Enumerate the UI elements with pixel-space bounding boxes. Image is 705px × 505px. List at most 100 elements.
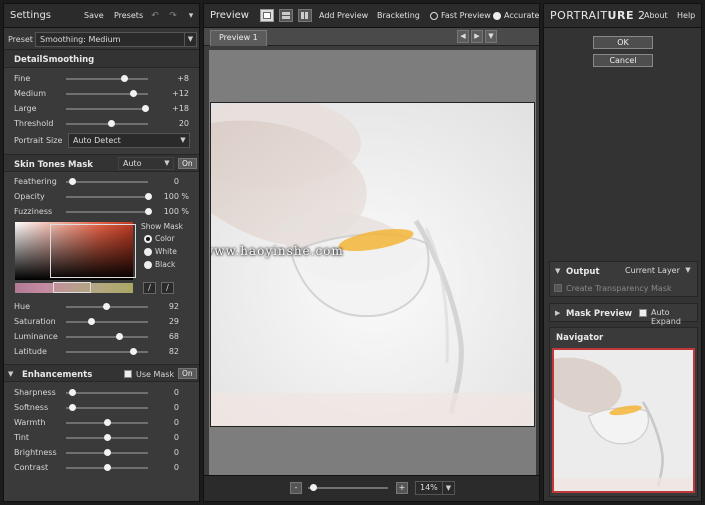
detail-smoothing-header[interactable]: DetailSmoothing: [4, 50, 199, 68]
slider-feathering[interactable]: Feathering 0: [4, 174, 199, 189]
undo-icon[interactable]: ↶: [147, 9, 163, 23]
slider-softness[interactable]: Softness 0: [4, 400, 199, 415]
triangle-down-icon[interactable]: ▼: [555, 267, 560, 275]
slider-knob[interactable]: [68, 178, 76, 185]
slider-knob[interactable]: [104, 434, 111, 441]
slider-large[interactable]: Large +18: [4, 101, 199, 116]
slider-fine[interactable]: Fine +8: [4, 71, 199, 86]
preset-dropdown[interactable]: Smoothing: Medium ▼: [35, 32, 197, 47]
show-mask-black-radio[interactable]: [144, 261, 152, 269]
chevron-left-icon[interactable]: ◀: [457, 30, 469, 43]
slider-track[interactable]: [66, 120, 148, 127]
slider-track[interactable]: [66, 404, 148, 411]
triangle-right-icon[interactable]: ▶: [555, 309, 560, 317]
navigator-thumbnail[interactable]: [552, 348, 695, 493]
single-view-icon[interactable]: [260, 9, 274, 22]
cancel-button[interactable]: Cancel: [593, 54, 653, 67]
slider-hue[interactable]: Hue 92: [4, 299, 199, 314]
slider-track[interactable]: [66, 208, 152, 215]
skin-tones-header[interactable]: Skin Tones Mask Auto ▼ On: [4, 154, 199, 172]
portrait-size-dropdown[interactable]: Auto Detect ▼: [68, 133, 190, 148]
slider-saturation[interactable]: Saturation 29: [4, 314, 199, 329]
zoom-slider-knob[interactable]: [310, 484, 317, 491]
slider-knob[interactable]: [141, 105, 149, 112]
enhancements-on-button[interactable]: On: [178, 368, 197, 379]
slider-knob[interactable]: [103, 303, 111, 310]
bracketing-button[interactable]: Bracketing: [377, 11, 420, 20]
slider-knob[interactable]: [104, 464, 111, 471]
slider-fuzziness[interactable]: Fuzziness 100 %: [4, 204, 199, 219]
accurate-radio[interactable]: [493, 12, 501, 20]
slider-track[interactable]: [66, 464, 148, 471]
slider-track[interactable]: [66, 449, 148, 456]
slider-track[interactable]: [66, 348, 148, 355]
slider-knob[interactable]: [104, 419, 111, 426]
preview-image[interactable]: www.haoyinshe.com: [210, 102, 535, 427]
zoom-in-button[interactable]: +: [396, 482, 408, 494]
tab-preview-1[interactable]: Preview 1: [210, 30, 267, 46]
slider-track[interactable]: [66, 303, 148, 310]
slider-contrast[interactable]: Contrast 0: [4, 460, 199, 475]
skin-color-field[interactable]: [15, 222, 136, 280]
slider-luminance[interactable]: Luminance 68: [4, 329, 199, 344]
slider-knob[interactable]: [116, 333, 124, 340]
slider-track[interactable]: [66, 75, 148, 82]
slider-track[interactable]: [66, 434, 148, 441]
slider-knob[interactable]: [121, 75, 129, 82]
about-button[interactable]: About: [644, 11, 668, 20]
show-mask-color-radio[interactable]: [144, 235, 152, 243]
chevron-down-icon[interactable]: ▼: [485, 30, 497, 43]
help-button[interactable]: Help: [677, 11, 695, 20]
fast-preview-radio[interactable]: [430, 12, 438, 20]
slider-track[interactable]: [66, 193, 152, 200]
slider-knob[interactable]: [88, 318, 96, 325]
slider-latitude[interactable]: Latitude 82: [4, 344, 199, 359]
presets-button[interactable]: Presets: [114, 11, 143, 20]
enhancements-header[interactable]: ▼ Enhancements Use Mask On: [4, 364, 199, 382]
color-selection-box[interactable]: [50, 224, 136, 278]
preview-canvas[interactable]: www.haoyinshe.com: [209, 50, 536, 475]
slider-knob[interactable]: [68, 404, 76, 411]
add-preview-button[interactable]: Add Preview: [319, 11, 368, 20]
panel-menu-icon[interactable]: ▾: [183, 9, 199, 23]
slider-knob[interactable]: [104, 449, 111, 456]
eyedropper-plus-icon[interactable]: ∕: [161, 282, 174, 294]
save-button[interactable]: Save: [84, 11, 104, 20]
redo-icon[interactable]: ↷: [165, 9, 181, 23]
use-mask-checkbox[interactable]: [124, 370, 132, 378]
slider-opacity[interactable]: Opacity 100 %: [4, 189, 199, 204]
output-dropdown[interactable]: Current Layer ▼: [620, 264, 695, 277]
slider-knob[interactable]: [130, 90, 138, 97]
zoom-out-button[interactable]: -: [290, 482, 302, 494]
split-view-icon[interactable]: [279, 9, 293, 22]
slider-medium[interactable]: Medium +12: [4, 86, 199, 101]
chevron-right-icon[interactable]: ▶: [471, 30, 483, 43]
slider-brightness[interactable]: Brightness 0: [4, 445, 199, 460]
zoom-slider-track[interactable]: [308, 484, 388, 491]
slider-track[interactable]: [66, 318, 148, 325]
slider-sharpness[interactable]: Sharpness 0: [4, 385, 199, 400]
create-transparency-checkbox[interactable]: [554, 284, 562, 292]
slider-threshold[interactable]: Threshold 20: [4, 116, 199, 131]
auto-expand-checkbox[interactable]: [639, 309, 647, 317]
slider-knob[interactable]: [108, 120, 116, 127]
slider-track[interactable]: [66, 419, 148, 426]
eyedropper-icon[interactable]: ∕: [143, 282, 156, 294]
slider-track[interactable]: [66, 90, 148, 97]
zoom-dropdown[interactable]: 14% ▼: [415, 481, 455, 495]
side-by-side-view-icon[interactable]: [298, 9, 312, 22]
show-mask-white-radio[interactable]: [144, 248, 152, 256]
slider-tint[interactable]: Tint 0: [4, 430, 199, 445]
slider-warmth[interactable]: Warmth 0: [4, 415, 199, 430]
slider-track[interactable]: [66, 389, 148, 396]
skin-tones-mode-dropdown[interactable]: Auto ▼: [118, 157, 174, 170]
hue-strip[interactable]: [15, 282, 133, 293]
slider-track[interactable]: [66, 105, 149, 112]
skin-tones-on-button[interactable]: On: [178, 158, 197, 169]
ok-button[interactable]: OK: [593, 36, 653, 49]
slider-track[interactable]: [66, 178, 148, 185]
hue-range-box[interactable]: [53, 282, 91, 293]
slider-track[interactable]: [66, 333, 148, 340]
slider-knob[interactable]: [68, 389, 76, 396]
slider-knob[interactable]: [130, 348, 138, 355]
